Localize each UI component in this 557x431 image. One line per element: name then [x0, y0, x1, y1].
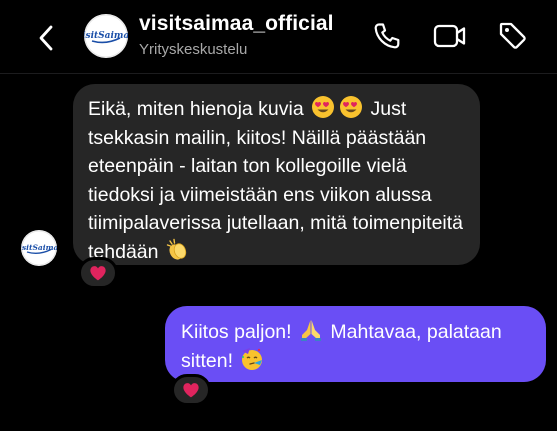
sender-avatar[interactable]: visitSaimaa [21, 230, 57, 266]
heart-eyes-emoji [340, 96, 363, 118]
visitsaimaa-logo: visitSaimaa [84, 14, 128, 58]
call-button[interactable] [369, 18, 405, 54]
chat-header: visitSaimaa visitsaimaa_official Yritysk… [0, 0, 557, 74]
svg-text:visitSaimaa: visitSaimaa [84, 31, 128, 41]
clapping-hands-emoji [166, 238, 187, 260]
folded-hands-emoji [300, 320, 321, 341]
video-call-button[interactable] [432, 18, 468, 54]
avatar[interactable]: visitSaimaa [84, 14, 128, 58]
reaction-badge[interactable] [78, 257, 118, 289]
visitsaimaa-logo: visitSaimaa [21, 230, 57, 266]
message-text: Eikä, miten hienoja kuvia Just tsekkasin… [88, 95, 466, 266]
red-heart-emoji [183, 383, 199, 398]
message-text: Kiitos paljon! Mahtavaa, palataan sitten… [181, 318, 532, 375]
reaction-badge[interactable] [171, 374, 211, 406]
partying-face-emoji [242, 347, 263, 370]
message-bubble-incoming[interactable]: Eikä, miten hienoja kuvia Just tsekkasin… [73, 84, 480, 265]
video-camera-icon [433, 24, 466, 48]
chat-title[interactable]: visitsaimaa_official [139, 12, 334, 36]
red-heart-emoji [90, 266, 106, 281]
svg-text:visitSaimaa: visitSaimaa [21, 243, 57, 252]
tag-icon [499, 22, 526, 49]
back-chevron-icon [39, 25, 53, 51]
label-button[interactable] [495, 18, 531, 54]
phone-icon [374, 23, 400, 49]
message-bubble-outgoing[interactable]: Kiitos paljon! Mahtavaa, palataan sitten… [165, 306, 546, 382]
chat-subtitle: Yrityskeskustelu [139, 41, 248, 58]
heart-eyes-emoji [312, 96, 335, 118]
back-button[interactable] [32, 20, 60, 56]
